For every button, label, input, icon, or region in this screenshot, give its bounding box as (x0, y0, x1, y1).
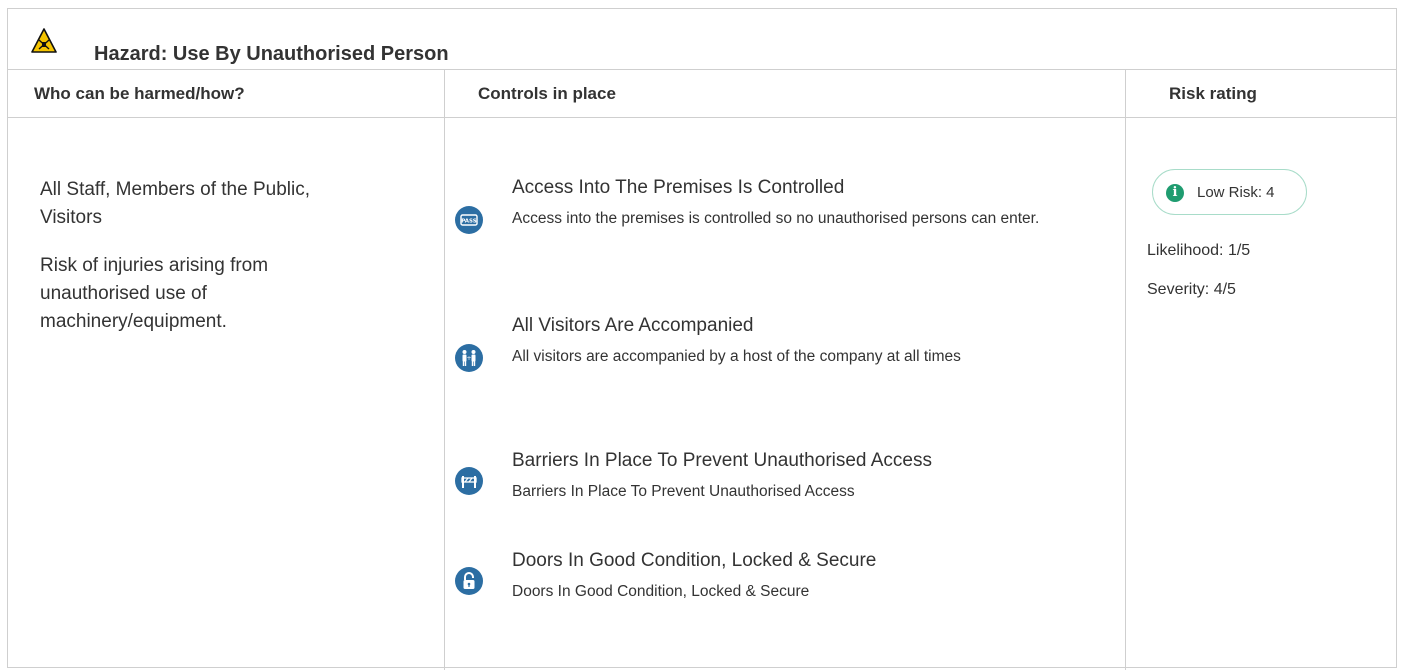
people-at-risk: All Staff, Members of the Public, Visito… (40, 179, 310, 228)
risk-badge: i Low Risk: 4 (1152, 169, 1307, 215)
control-title: Access Into The Premises Is Controlled (512, 177, 845, 198)
warning-triangle-icon (31, 28, 57, 53)
column-header-risk: Risk rating (1169, 84, 1257, 103)
control-description: Doors In Good Condition, Locked & Secure (512, 583, 810, 600)
control-title: All Visitors Are Accompanied (512, 315, 754, 336)
info-circle-icon: i (1166, 184, 1184, 202)
column-divider (1125, 70, 1126, 670)
pass-card-icon: PASS (455, 206, 483, 234)
harm-description: Risk of injuries arising from unauthoris… (40, 255, 269, 332)
who-can-be-harmed: All Staff, Members of the Public, Visito… (40, 176, 370, 356)
barrier-icon (455, 467, 483, 495)
accompanied-visitors-icon: + (455, 344, 483, 372)
padlock-icon (455, 567, 483, 595)
risk-label: Low Risk: 4 (1197, 184, 1275, 201)
column-divider (444, 70, 445, 670)
hazard-title: Hazard: Use By Unauthorised Person (94, 43, 449, 65)
likelihood-value: Likelihood: 1/5 (1147, 242, 1251, 259)
control-description: Access into the premises is controlled s… (512, 210, 1040, 227)
control-description: Barriers In Place To Prevent Unauthorise… (512, 483, 855, 500)
column-header-controls: Controls in place (478, 84, 616, 103)
severity-value: Severity: 4/5 (1147, 281, 1236, 298)
column-header-who: Who can be harmed/how? (34, 84, 245, 103)
control-title: Doors In Good Condition, Locked & Secure (512, 550, 877, 571)
column-headers: Who can be harmed/how? Controls in place… (8, 70, 1396, 118)
control-title: Barriers In Place To Prevent Unauthorise… (512, 450, 932, 471)
control-description: All visitors are accompanied by a host o… (512, 348, 961, 365)
svg-text:+: + (466, 355, 471, 362)
svg-text:PASS: PASS (461, 219, 476, 225)
